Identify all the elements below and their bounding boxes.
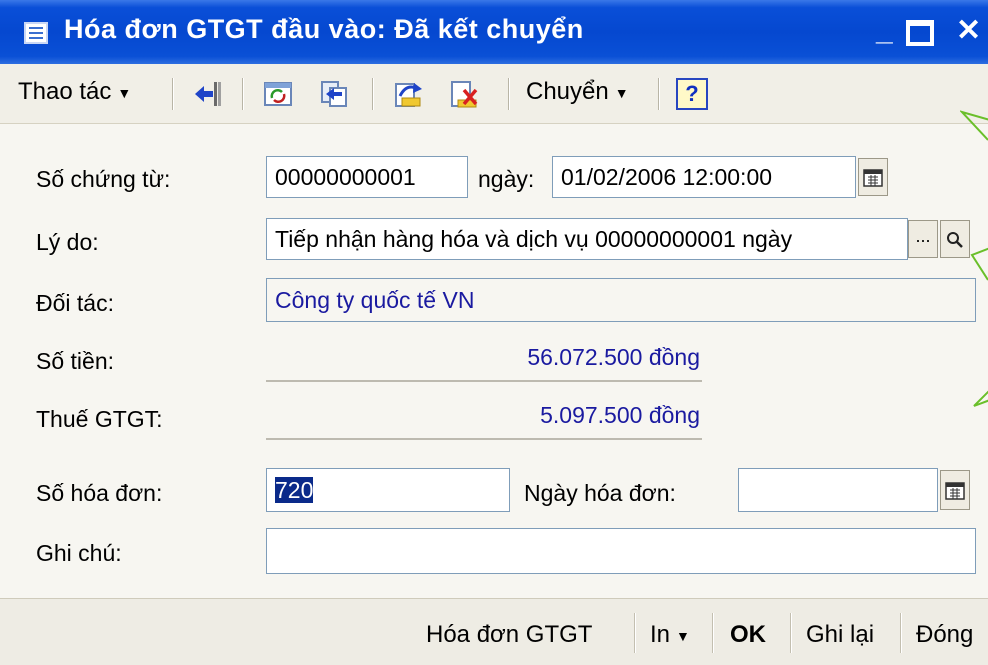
transfer-menu-label: Chuyển (526, 78, 609, 105)
invoice-no-label: Số hóa đơn: (36, 480, 163, 506)
copy-arrows-icon[interactable] (318, 78, 350, 110)
toolbar-separator (372, 78, 374, 110)
minimize-button[interactable]: _ (876, 14, 893, 48)
actions-menu-label: Thao tác (18, 78, 112, 105)
vat-invoice-button[interactable]: Hóa đơn GTGT (426, 621, 592, 649)
bottom-bar: Hóa đơn GTGT In ▼ OK Ghi lại Đóng (0, 598, 988, 665)
bottom-separator (790, 613, 792, 653)
toolbar-separator (658, 78, 660, 110)
chevron-down-icon: ▼ (676, 627, 690, 644)
invoice-date-label: Ngày hóa đơn: (524, 480, 676, 506)
delete-icon[interactable] (448, 78, 480, 110)
calendar-button[interactable] (858, 158, 888, 196)
invoice-date-input[interactable] (738, 468, 938, 512)
help-icon[interactable]: ? (676, 78, 708, 110)
refresh-icon[interactable] (262, 78, 294, 110)
print-label: In (650, 621, 671, 648)
calendar-icon (863, 169, 883, 187)
invoice-no-value: 720 (275, 477, 314, 503)
toolbar: Thao tác ▼ Chuyển ▼ ? (0, 64, 988, 124)
doc-no-label: Số chứng từ: (36, 166, 171, 192)
chevron-down-icon: ▼ (117, 84, 132, 101)
app-icon (24, 22, 48, 44)
vat-underline (266, 438, 702, 440)
maximize-button[interactable] (906, 20, 934, 46)
note-input[interactable] (266, 528, 976, 574)
title-bar[interactable]: Hóa đơn GTGT đầu vào: Đã kết chuyển _ ✕ (0, 0, 988, 64)
date-label: ngày: (478, 166, 535, 192)
decorative-arrows (960, 110, 988, 407)
invoice-no-input[interactable]: 720 (266, 468, 510, 512)
date-input[interactable]: 01/02/2006 12:00:00 (552, 156, 856, 198)
vat-value: 5.097.500 đồng (540, 402, 700, 428)
window-title: Hóa đơn GTGT đầu vào: Đã kết chuyển (64, 14, 584, 44)
back-arrow-icon[interactable] (192, 78, 224, 110)
print-menu[interactable]: In ▼ (650, 621, 690, 649)
bottom-separator (634, 613, 636, 653)
bottom-separator (900, 613, 902, 653)
reason-label: Lý do: (36, 229, 99, 255)
amount-underline (266, 380, 702, 382)
actions-menu[interactable]: Thao tác ▼ (18, 78, 131, 106)
note-label: Ghi chú: (36, 540, 122, 566)
transfer-menu[interactable]: Chuyển ▼ (526, 78, 629, 106)
toolbar-separator (172, 78, 174, 110)
amount-label: Số tiền: (36, 348, 114, 374)
reason-input[interactable]: Tiếp nhận hàng hóa và dịch vụ 0000000000… (266, 218, 908, 260)
toolbar-separator (242, 78, 244, 110)
toolbar-separator (508, 78, 510, 110)
close-button[interactable]: Đóng (916, 621, 973, 649)
partner-label: Đối tác: (36, 290, 114, 316)
amount-value: 56.072.500 đồng (527, 344, 700, 370)
chevron-down-icon: ▼ (614, 84, 629, 101)
bottom-separator (712, 613, 714, 653)
partner-field: Công ty quốc tế VN (266, 278, 976, 322)
doc-no-input[interactable]: 00000000001 (266, 156, 468, 198)
dialog-window: Hóa đơn GTGT đầu vào: Đã kết chuyển _ ✕ … (0, 0, 988, 665)
ellipsis-button[interactable]: ... (908, 220, 938, 258)
redo-icon[interactable] (392, 78, 424, 110)
ok-button[interactable]: OK (730, 621, 766, 649)
save-button[interactable]: Ghi lại (806, 621, 874, 649)
close-window-button[interactable]: ✕ (956, 14, 981, 48)
vat-label: Thuế GTGT: (36, 406, 163, 432)
